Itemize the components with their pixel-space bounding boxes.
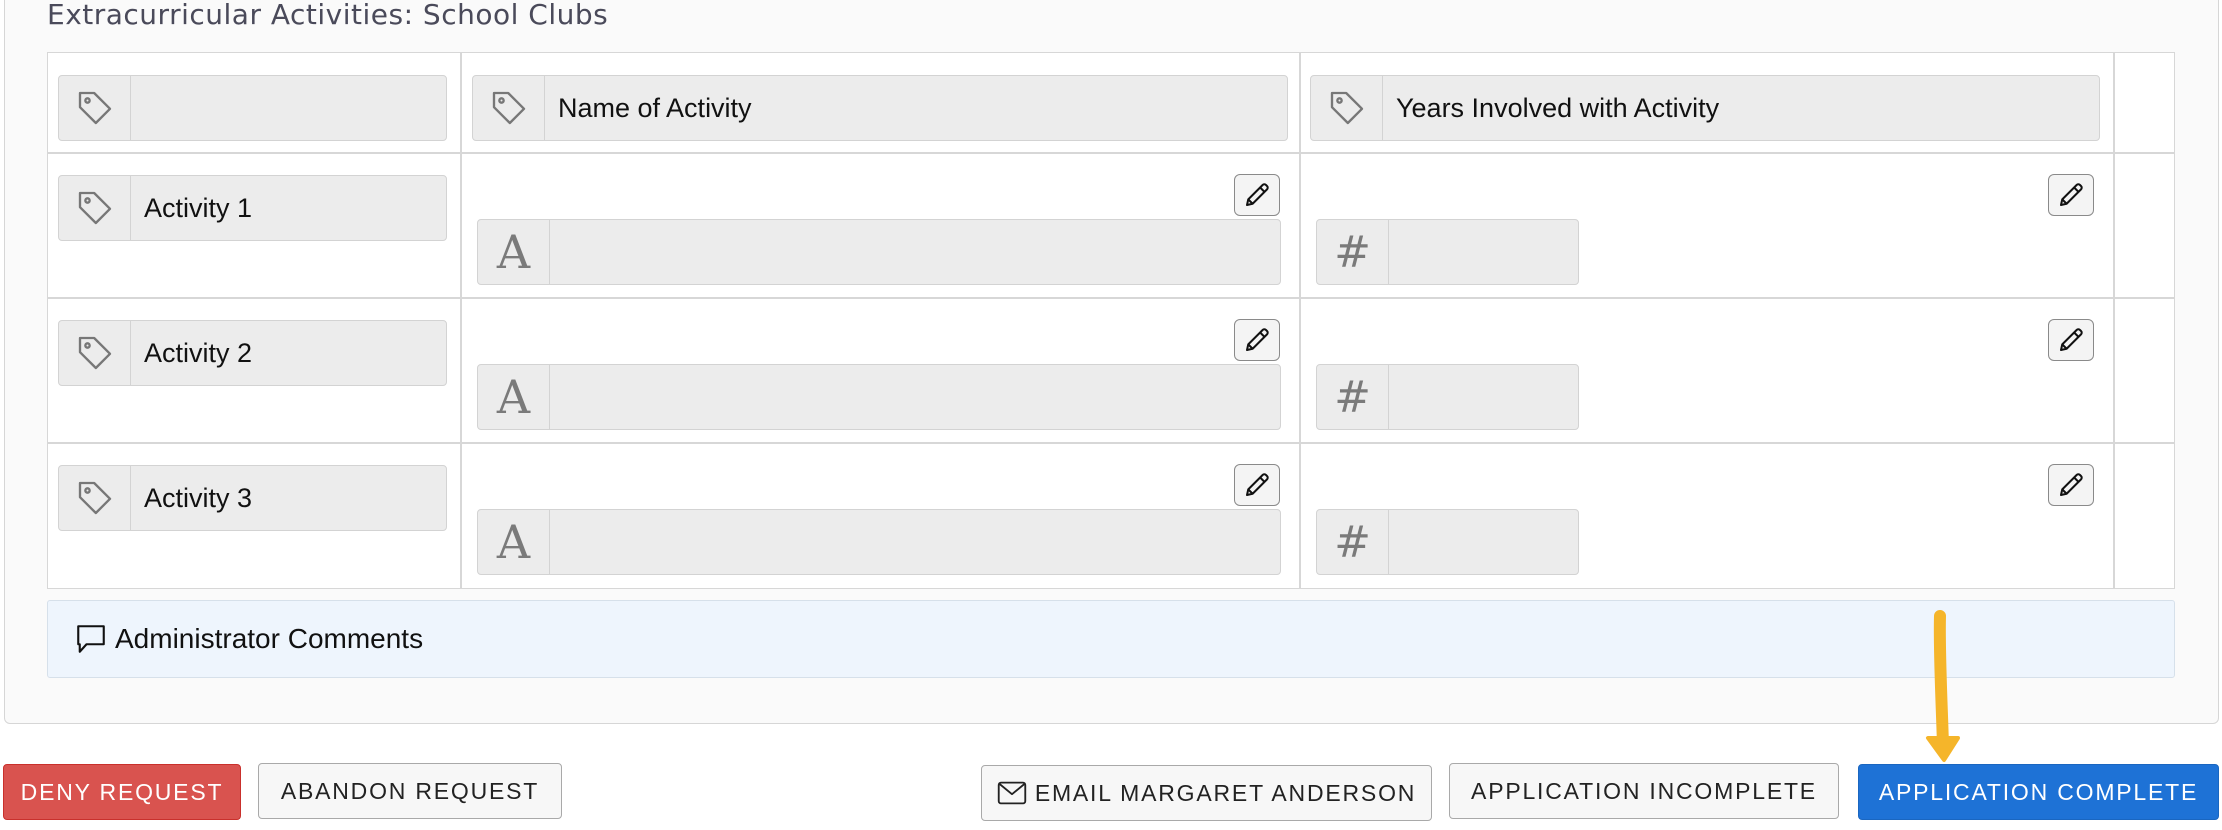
edit-years-button[interactable] (2048, 464, 2094, 506)
activity-name-input[interactable]: A (477, 219, 1281, 285)
text-type-icon: A (478, 510, 550, 574)
number-type-icon: # (1317, 220, 1389, 284)
arrow-down-icon (1926, 610, 1960, 762)
pencil-icon (1246, 473, 1269, 496)
header-name-of-activity: Name of Activity (472, 75, 1288, 141)
administrator-comments-toggle[interactable]: Administrator Comments (47, 600, 2175, 678)
deny-request-button[interactable]: DENY REQUEST (3, 764, 241, 820)
tag-icon (59, 76, 131, 140)
row-label-activity-2: Activity 2 (58, 320, 447, 386)
section-title: Extracurricular Activities: School Clubs (47, 0, 609, 31)
column-divider (2113, 53, 2115, 588)
email-button-label: EMAIL MARGARET ANDERSON (1034, 779, 1417, 806)
comments-label: Administrator Comments (115, 623, 424, 654)
text-type-icon: A (478, 365, 550, 429)
tag-icon (473, 76, 545, 140)
row-label: Activity 2 (144, 337, 253, 368)
header-years-involved: Years Involved with Activity (1310, 75, 2100, 141)
header-corner-cell (58, 75, 447, 141)
application-complete-button[interactable]: APPLICATION COMPLETE (1858, 764, 2219, 820)
activities-table: Name of Activity Years Involved with Act… (47, 52, 2175, 589)
pencil-icon (2060, 183, 2083, 206)
header-label: Name of Activity (558, 92, 752, 123)
pencil-icon (2060, 473, 2083, 496)
number-type-icon: # (1317, 365, 1389, 429)
tag-icon (59, 321, 131, 385)
activity-name-input[interactable]: A (477, 364, 1281, 430)
application-incomplete-button[interactable]: APPLICATION INCOMPLETE (1449, 763, 1839, 819)
email-applicant-button[interactable]: EMAIL MARGARET ANDERSON (981, 765, 1432, 821)
activity-name-input[interactable]: A (477, 509, 1281, 575)
years-involved-input[interactable]: # (1316, 219, 1579, 285)
column-divider (460, 53, 462, 588)
tag-icon (59, 466, 131, 530)
row-divider (48, 297, 2174, 299)
edit-years-button[interactable] (2048, 319, 2094, 361)
pencil-icon (1246, 183, 1269, 206)
edit-name-button[interactable] (1234, 319, 1280, 361)
years-involved-input[interactable]: # (1316, 509, 1579, 575)
pencil-icon (1246, 328, 1269, 351)
edit-name-button[interactable] (1234, 174, 1280, 216)
header-label: Years Involved with Activity (1396, 92, 1720, 123)
envelope-icon (997, 780, 1027, 806)
speech-bubble-icon (73, 621, 109, 657)
tag-icon (1311, 76, 1383, 140)
row-divider (48, 442, 2174, 444)
edit-years-button[interactable] (2048, 174, 2094, 216)
row-label: Activity 1 (144, 192, 253, 223)
text-type-icon: A (478, 220, 550, 284)
years-involved-input[interactable]: # (1316, 364, 1579, 430)
abandon-request-button[interactable]: ABANDON REQUEST (258, 763, 562, 819)
row-label-activity-1: Activity 1 (58, 175, 447, 241)
row-divider (48, 152, 2174, 154)
edit-name-button[interactable] (1234, 464, 1280, 506)
tag-icon (59, 176, 131, 240)
row-label: Activity 3 (144, 482, 253, 513)
pencil-icon (2060, 328, 2083, 351)
row-label-activity-3: Activity 3 (58, 465, 447, 531)
number-type-icon: # (1317, 510, 1389, 574)
column-divider (1299, 53, 1301, 588)
